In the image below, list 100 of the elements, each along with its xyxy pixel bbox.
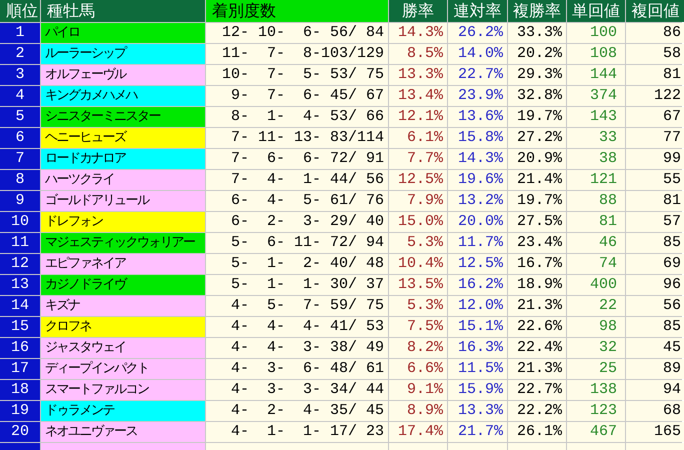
table-cell: 46	[567, 233, 625, 253]
table-cell: 6.6%	[389, 359, 447, 379]
table-cell: 4- 3- 3- 34/ 44	[206, 380, 388, 400]
table-cell: 20.2%	[508, 44, 566, 64]
table-cell: 29.3%	[508, 65, 566, 85]
table-cell: 16.3%	[448, 338, 507, 358]
table-cell: 108	[567, 44, 625, 64]
table-cell: 19.7%	[508, 107, 566, 127]
table-cell: 9- 7- 6- 45/ 67	[206, 86, 388, 106]
table-cell: 17	[0, 359, 40, 379]
table-cell: 26.2%	[448, 23, 507, 43]
table-cell: 88	[567, 191, 625, 211]
table-cell: 10.4%	[389, 254, 447, 274]
table-cell: 467	[567, 422, 625, 442]
table-cell: 13.3%	[389, 65, 447, 85]
column-header: 勝率	[389, 0, 447, 22]
table-cell: 38	[567, 149, 625, 169]
table-cell: 5.3%	[389, 296, 447, 316]
table-cell: 14	[0, 296, 40, 316]
table-cell: 86	[626, 23, 684, 43]
table-cell: 7	[0, 149, 40, 169]
table-cell: 21.3%	[508, 296, 566, 316]
table-cell: 15.9%	[448, 380, 507, 400]
table-cell: ロードカナロア	[41, 149, 205, 169]
table-cell: ルーラーシップ	[41, 44, 205, 64]
table-cell: 7.5%	[389, 317, 447, 337]
table-cell: 74	[567, 254, 625, 274]
table-cell: 19	[0, 401, 40, 421]
table-cell: 16.7%	[508, 254, 566, 274]
table-cell: 144	[567, 65, 625, 85]
table-cell: 9	[0, 191, 40, 211]
table-cell: 11.5%	[448, 359, 507, 379]
table-cell: ゴールドアリュール	[41, 191, 205, 211]
table-cell: 4- 2- 4- 35/ 45	[206, 401, 388, 421]
table-cell: 20	[0, 422, 40, 442]
table-cell: 11	[0, 233, 40, 253]
table-cell: 15	[0, 317, 40, 337]
table-cell: 5.3%	[389, 233, 447, 253]
column-header: 順位	[0, 0, 40, 22]
table-cell: 7- 6- 6- 72/ 91	[206, 149, 388, 169]
table-cell: 13.4%	[389, 86, 447, 106]
column-header: 種牡馬	[41, 0, 205, 22]
table-cell: 32.8%	[508, 86, 566, 106]
table-cell: 68	[626, 401, 684, 421]
table-cell: 100	[567, 23, 625, 43]
table-cell: 9.1%	[389, 380, 447, 400]
table-cell: 14.3%	[448, 149, 507, 169]
table-cell: ハーツクライ	[41, 170, 205, 190]
table-cell: 14.0%	[448, 44, 507, 64]
table-cell: 85	[626, 317, 684, 337]
table-cell: 81	[567, 212, 625, 232]
table-cell: 23.9%	[448, 86, 507, 106]
table-cell: 5- 1- 2- 40/ 48	[206, 254, 388, 274]
table-cell: カジノドライヴ	[41, 275, 205, 295]
table-cell: 58	[626, 44, 684, 64]
table-cell: 33.3%	[508, 23, 566, 43]
table-cell: キングカメハメハ	[41, 86, 205, 106]
table-cell: 5- 6- 11- 72/ 94	[206, 233, 388, 253]
table-cell: ジャスタウェイ	[41, 338, 205, 358]
table-cell: 19.7%	[508, 191, 566, 211]
table-cell: キズナ	[41, 296, 205, 316]
column-header: 単回値	[567, 0, 625, 22]
table-cell: 8	[0, 170, 40, 190]
table-cell: 7- 11- 13- 83/114	[206, 128, 388, 148]
table-cell: エピファネイア	[41, 254, 205, 274]
table-cell: 12- 10- 6- 56/ 84	[206, 23, 388, 43]
table-cell: 13	[0, 275, 40, 295]
table-cell: 99	[626, 149, 684, 169]
table-cell: 20.0%	[448, 212, 507, 232]
table-cell: 123	[567, 401, 625, 421]
table-cell: 12.5%	[448, 254, 507, 274]
table-cell: 143	[567, 107, 625, 127]
table-cell: 17.4%	[389, 422, 447, 442]
table-cell: 5	[0, 107, 40, 127]
table-cell: 26.1%	[508, 422, 566, 442]
table-cell: 6- 4- 5- 61/ 76	[206, 191, 388, 211]
table-cell: 3	[0, 65, 40, 85]
table-cell: 5- 1- 1- 30/ 37	[206, 275, 388, 295]
table-cell: 1	[0, 23, 40, 43]
table-cell: 27.5%	[508, 212, 566, 232]
table-cell: 15.8%	[448, 128, 507, 148]
table-cell: 7- 4- 1- 44/ 56	[206, 170, 388, 190]
table-cell: ネオユニヴァース	[41, 422, 205, 442]
table-cell: 8- 1- 4- 53/ 66	[206, 107, 388, 127]
table-cell: 98	[567, 317, 625, 337]
table-cell: オルフェーヴル	[41, 65, 205, 85]
table-cell: 22.7%	[508, 380, 566, 400]
table-cell: 10- 7- 5- 53/ 75	[206, 65, 388, 85]
table-cell: 12	[0, 254, 40, 274]
table-cell: 33	[567, 128, 625, 148]
table-cell: 22.2%	[508, 401, 566, 421]
table-cell: 4- 4- 4- 41/ 53	[206, 317, 388, 337]
table-cell: 12.5%	[389, 170, 447, 190]
table-cell: 18.9%	[508, 275, 566, 295]
table-cell: 11.7%	[448, 233, 507, 253]
table-cell: 4- 1- 1- 17/ 23	[206, 422, 388, 442]
table-cell: 85	[626, 233, 684, 253]
table-cell: ディープインパクト	[41, 359, 205, 379]
table-cell: 22	[567, 296, 625, 316]
table-cell: 57	[626, 212, 684, 232]
